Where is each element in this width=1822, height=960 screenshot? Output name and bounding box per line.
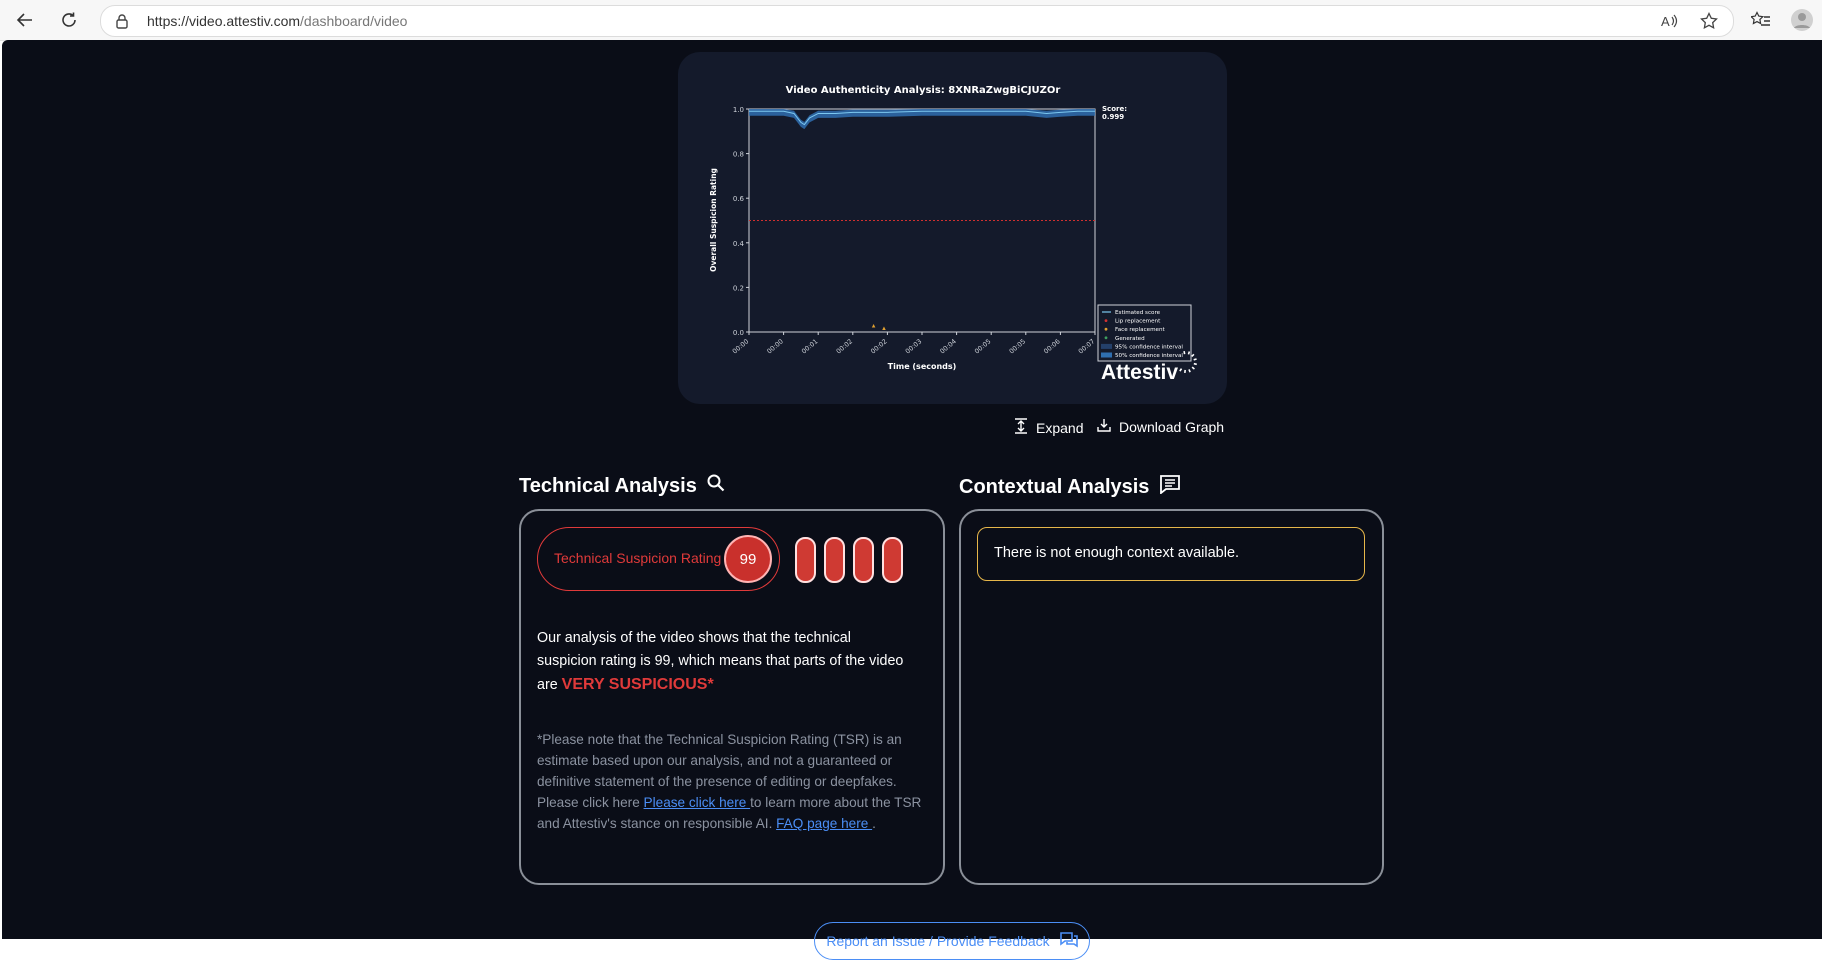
verdict-label: VERY SUSPICIOUS* [562, 676, 714, 693]
favorite-star-icon[interactable] [1698, 10, 1720, 32]
attestiv-logo: Attestiv [1101, 361, 1178, 384]
expand-label: Expand [1036, 420, 1083, 436]
legend-swatch [1101, 353, 1112, 358]
reload-icon[interactable] [55, 6, 83, 34]
y-tick-label: 0.6 [733, 195, 745, 203]
download-label: Download Graph [1119, 419, 1224, 435]
x-axis-label: Time (seconds) [888, 362, 957, 371]
authenticity-chart: Video Authenticity Analysis: 8XNRaZwgBiC… [678, 52, 1227, 404]
x-tick-label: 00:05 [973, 337, 992, 355]
logo-ray [1180, 369, 1182, 371]
chart-card: Video Authenticity Analysis: 8XNRaZwgBiC… [678, 52, 1227, 404]
url-host: https://video.attestiv.com [147, 13, 300, 29]
expand-button[interactable]: Expand [1014, 418, 1083, 437]
legend-entry: Lip replacement [1115, 319, 1161, 325]
contextual-analysis-panel: There is not enough context available. [959, 509, 1384, 885]
back-icon[interactable] [11, 6, 39, 34]
learn-more-link[interactable]: Please click here [644, 795, 751, 810]
technical-title: Technical Analysis [519, 475, 697, 498]
tsr-pill: Technical Suspicion Rating 99 [537, 527, 780, 591]
logo-ray [1188, 352, 1189, 355]
score-value: 0.999 [1102, 113, 1124, 121]
favorites-list-icon[interactable] [1747, 6, 1775, 34]
legend-swatch [1101, 344, 1112, 349]
read-aloud-icon[interactable]: A [1659, 10, 1681, 32]
legend-swatch [1105, 328, 1108, 331]
logo-ray [1194, 364, 1197, 365]
x-tick-label: 00:04 [938, 337, 957, 355]
faq-link[interactable]: FAQ page here [776, 816, 872, 831]
tsr-bar [882, 537, 903, 583]
legend-swatch [1105, 319, 1108, 322]
tsr-score-badge: 99 [724, 535, 772, 583]
browser-toolbar: https://video.attestiv.com/dashboard/vid… [0, 0, 1822, 41]
x-tick-label: 00:07 [1077, 337, 1096, 355]
feedback-chat-icon [1060, 932, 1078, 951]
url-text: https://video.attestiv.com/dashboard/vid… [147, 13, 407, 29]
contextual-title: Contextual Analysis [959, 476, 1149, 499]
search-icon [707, 474, 725, 498]
legend-entry: 50% confidence interval [1115, 353, 1183, 359]
feedback-button[interactable]: Report an Issue / Provide Feedback [814, 922, 1090, 960]
logo-ray [1189, 369, 1190, 372]
comment-icon [1159, 474, 1181, 500]
lock-icon [115, 13, 129, 34]
note-suffix: . [872, 816, 876, 831]
x-tick-label: 00:00 [731, 337, 750, 355]
x-tick-label: 00:00 [765, 337, 784, 355]
legend-entry: Generated [1115, 336, 1145, 342]
legend-entry: 95% confidence interval [1115, 344, 1183, 350]
marker-generated: ▲ [881, 326, 887, 332]
score-label: Score: [1102, 105, 1127, 113]
profile-avatar-icon[interactable] [1788, 6, 1816, 34]
logo-ray [1192, 354, 1194, 356]
legend-entry: Estimated score [1115, 310, 1161, 316]
address-bar[interactable]: https://video.attestiv.com/dashboard/vid… [100, 5, 1734, 37]
x-tick-label: 00:02 [869, 337, 888, 355]
y-axis-label: Overall Suspicion Rating [709, 168, 718, 272]
y-tick-label: 0.4 [733, 240, 745, 248]
logo-ray [1192, 367, 1194, 369]
legend-swatch [1105, 336, 1108, 339]
contextual-analysis-heading: Contextual Analysis [959, 474, 1181, 500]
y-tick-label: 1.0 [733, 106, 744, 114]
technical-analysis-panel: Technical Suspicion Rating 99 Our analys… [519, 509, 945, 885]
feedback-label: Report an Issue / Provide Feedback [826, 933, 1049, 949]
logo-ray [1194, 359, 1197, 360]
x-tick-label: 00:05 [1008, 337, 1027, 355]
page-content: Video Authenticity Analysis: 8XNRaZwgBiC… [2, 40, 1822, 939]
tsr-disclaimer: *Please note that the Technical Suspicio… [537, 729, 922, 834]
chart-title: Video Authenticity Analysis: 8XNRaZwgBiC… [786, 85, 1061, 96]
svg-text:A: A [1661, 14, 1670, 29]
x-tick-label: 00:01 [800, 337, 819, 355]
download-icon [1097, 418, 1111, 435]
download-graph-button[interactable]: Download Graph [1097, 418, 1224, 435]
tsr-bar [853, 537, 874, 583]
url-path: /dashboard/video [300, 13, 407, 29]
technical-analysis-heading: Technical Analysis [519, 474, 725, 498]
tsr-label: Technical Suspicion Rating [554, 550, 721, 566]
tsr-level-bars [795, 537, 903, 583]
tsr-bar [824, 537, 845, 583]
logo-ray [1184, 351, 1185, 354]
confidence-band-95 [749, 109, 1095, 129]
y-tick-label: 0.2 [733, 284, 744, 292]
context-message: There is not enough context available. [977, 527, 1365, 581]
y-tick-label: 0.0 [733, 329, 744, 337]
expand-icon [1014, 418, 1028, 437]
legend-entry: Face replacement [1115, 327, 1166, 333]
marker-face-replacement: ▲ [871, 324, 877, 330]
x-tick-label: 00:06 [1042, 337, 1061, 355]
x-tick-label: 00:02 [835, 337, 854, 355]
y-tick-label: 0.8 [733, 151, 744, 159]
tsr-bar [795, 537, 816, 583]
analysis-summary: Our analysis of the video shows that the… [537, 627, 907, 697]
x-tick-label: 00:03 [904, 337, 923, 355]
